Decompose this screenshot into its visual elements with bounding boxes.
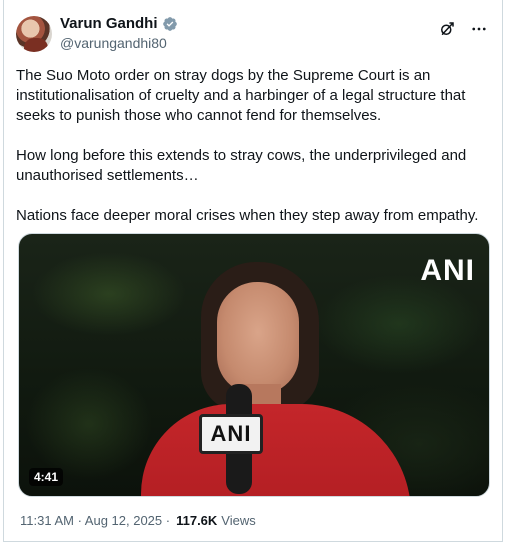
author-handle[interactable]: @varungandhi80 xyxy=(60,35,167,51)
ani-watermark: ANI xyxy=(420,254,475,287)
tweet-text: The Suo Moto order on stray dogs by the … xyxy=(16,66,492,246)
avatar[interactable] xyxy=(16,16,52,52)
avatar-shirt xyxy=(24,38,48,52)
more-icon[interactable] xyxy=(468,18,490,40)
author-name[interactable]: Varun Gandhi xyxy=(60,15,158,32)
video-duration-badge: 4:41 xyxy=(29,468,64,486)
grok-icon[interactable] xyxy=(436,18,458,40)
author-name-row: Varun Gandhi xyxy=(60,15,178,32)
tweet-paragraph: The Suo Moto order on stray dogs by the … xyxy=(16,67,466,124)
verified-badge-icon xyxy=(162,16,177,31)
tweet-meta: 11:31 AM · Aug 12, 2025 · 117.6K Views xyxy=(20,513,256,528)
tweet-paragraph: Nations face deeper moral crises when th… xyxy=(16,207,479,224)
video-frame-face xyxy=(217,282,299,394)
views-label: Views xyxy=(221,513,256,528)
header-actions xyxy=(436,18,490,40)
tweet-header: Varun Gandhi @varungandhi80 xyxy=(16,14,490,54)
tweet-paragraph: How long before this extends to stray co… xyxy=(16,147,467,184)
timestamp[interactable]: 11:31 AM · Aug 12, 2025 · xyxy=(20,513,170,528)
tweet-card: Varun Gandhi @varungandhi80 The Suo Moto… xyxy=(3,0,503,542)
video-player[interactable]: ANI ANI 4:41 xyxy=(18,233,490,497)
views-count: 117.6K xyxy=(176,513,218,528)
microphone-label: ANI xyxy=(199,414,263,454)
video-frame-clothing xyxy=(141,404,411,496)
